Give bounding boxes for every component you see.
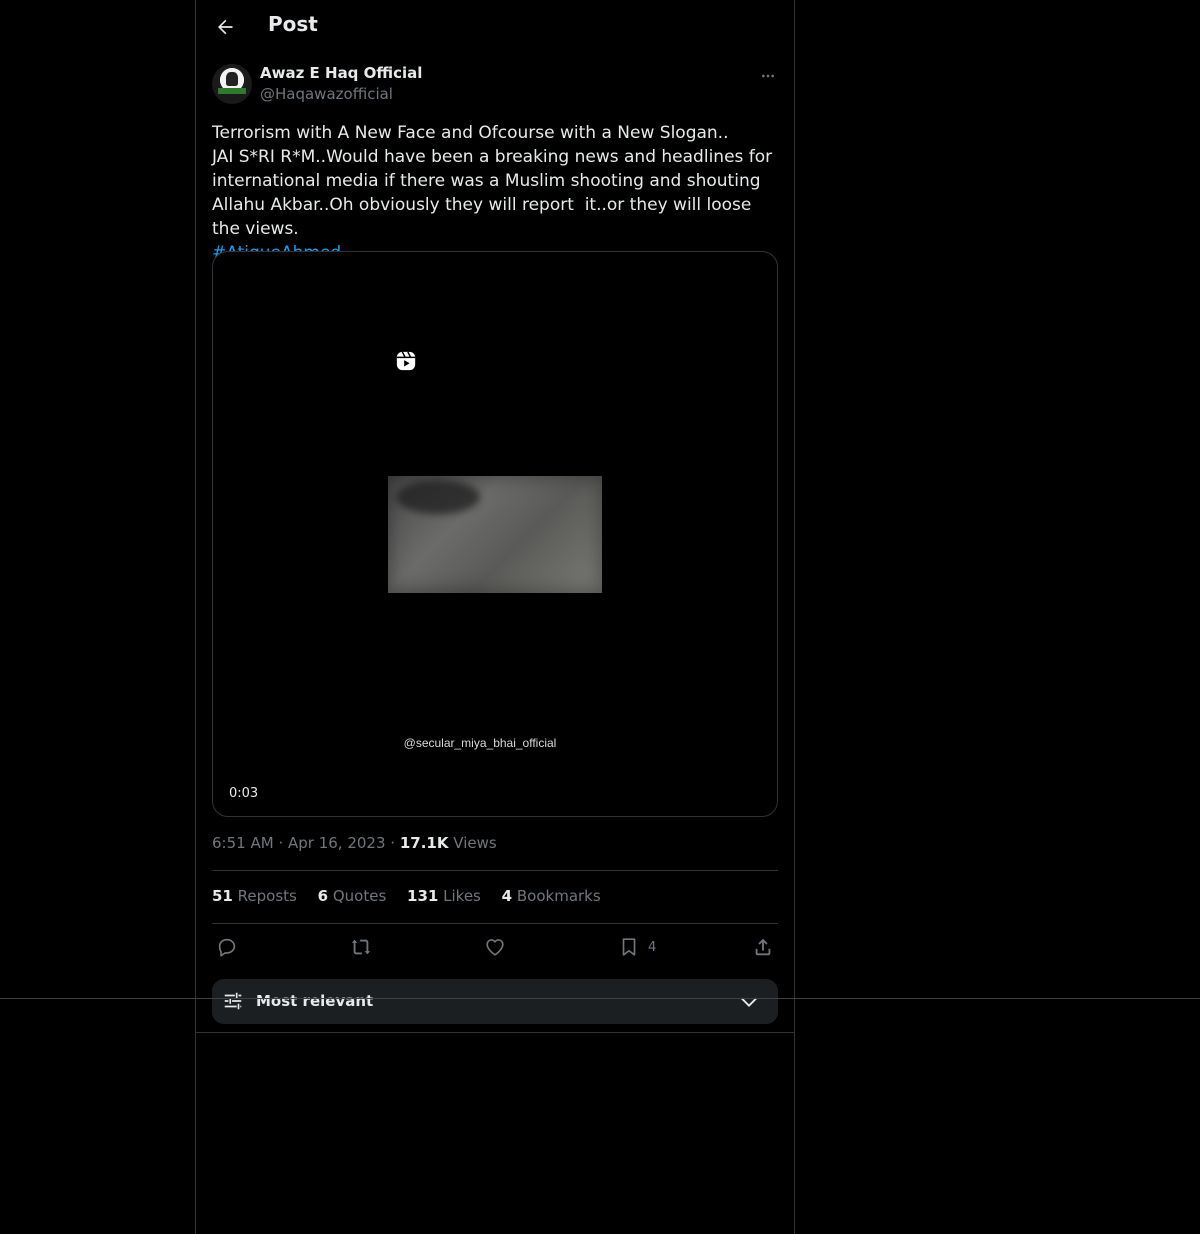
avatar[interactable]: [212, 64, 252, 104]
bookmarks-stat[interactable]: 4 Bookmarks: [502, 887, 601, 905]
video-player[interactable]: @secular_miya_bhai_official 0:03: [212, 251, 778, 817]
bookmark-icon: [622, 938, 636, 956]
bookmark-count: 4: [648, 939, 657, 955]
divider: [212, 923, 778, 924]
avatar-band: [218, 88, 246, 94]
video-frame: [388, 476, 602, 593]
sort-label: Most relevant: [256, 992, 374, 1010]
meta-separator: ·: [278, 834, 284, 852]
post-stats: 51 Reposts 6 Quotes 131 Likes 4 Bookmark…: [212, 887, 617, 905]
meta-separator: ·: [390, 834, 396, 852]
section-divider: [196, 1032, 794, 1033]
arrow-left-icon: [218, 19, 233, 35]
main-column: Post Awaz E Haq Official @Haqawazofficia…: [195, 0, 795, 1234]
video-shadow: [396, 480, 480, 514]
post-time[interactable]: 6:51 AM: [212, 834, 274, 852]
post-date[interactable]: Apr 16, 2023: [288, 834, 386, 852]
share-button[interactable]: [752, 935, 774, 959]
post-body: Terrorism with A New Face and Ofcourse w…: [212, 123, 773, 239]
heart-icon: [486, 939, 504, 956]
page-title: Post: [268, 12, 318, 36]
author-row: Awaz E Haq Official @Haqawazofficial: [212, 64, 778, 106]
share-icon: [755, 938, 771, 956]
post-text: Terrorism with A New Face and Ofcourse w…: [212, 121, 778, 265]
repost-icon: [351, 939, 371, 955]
post-metadata: 6:51 AM · Apr 16, 2023 · 17.1K Views: [212, 834, 497, 852]
page-header: Post: [196, 0, 794, 53]
action-bar: 4: [212, 933, 778, 963]
repost-button[interactable]: [350, 935, 372, 959]
reposts-stat[interactable]: 51 Reposts: [212, 887, 297, 905]
more-options-button[interactable]: [758, 66, 778, 86]
reels-icon: [396, 351, 416, 371]
sliders-icon: [224, 992, 242, 1010]
replies-sort-dropdown[interactable]: Most relevant: [212, 979, 778, 1024]
reply-icon: [218, 938, 236, 957]
horizontal-guide-line: [0, 998, 1200, 999]
views-count: 17.1K: [399, 834, 449, 852]
bookmark-button[interactable]: 4: [618, 935, 656, 959]
like-button[interactable]: [484, 935, 506, 959]
video-duration: 0:03: [229, 786, 259, 801]
quotes-stat[interactable]: 6 Quotes: [318, 887, 387, 905]
avatar-figure: [226, 72, 238, 86]
author-name[interactable]: Awaz E Haq Official: [260, 64, 422, 82]
video-watermark: @secular_miya_bhai_official: [403, 736, 557, 750]
post: Awaz E Haq Official @Haqawazofficial Ter…: [212, 64, 778, 1024]
back-button[interactable]: [208, 10, 242, 44]
more-icon: [762, 74, 774, 78]
author-handle[interactable]: @Haqawazofficial: [260, 85, 393, 103]
reply-button[interactable]: [216, 935, 238, 959]
divider: [212, 870, 778, 871]
page: Post Awaz E Haq Official @Haqawazofficia…: [0, 0, 1200, 1234]
chevron-down-icon: [741, 997, 757, 1007]
likes-stat[interactable]: 131 Likes: [407, 887, 481, 905]
views-label: Views: [453, 834, 497, 852]
